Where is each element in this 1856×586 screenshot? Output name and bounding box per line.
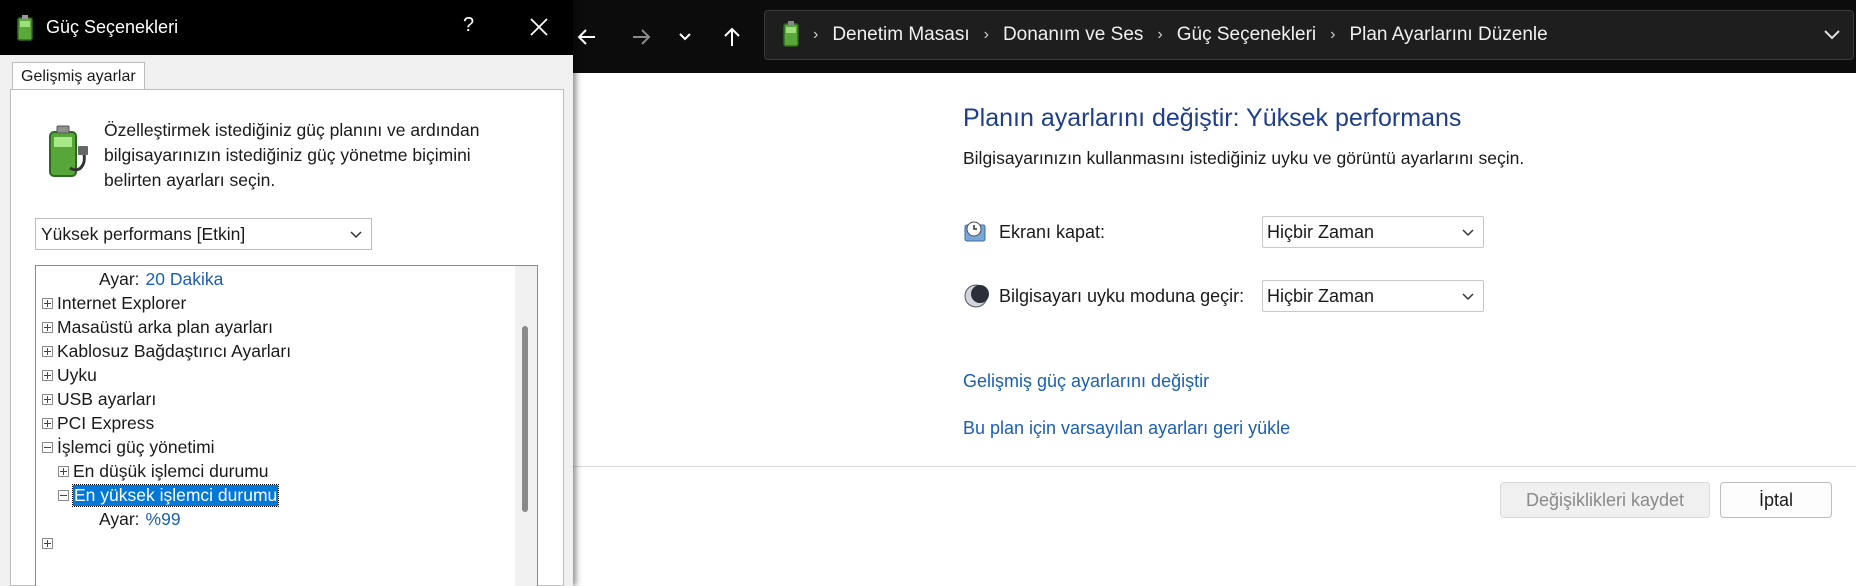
power-plan-select[interactable]: Yüksek performans [Etkin]: [35, 218, 372, 250]
tree-scrollbar[interactable]: [515, 266, 537, 586]
tree-item-label: Internet Explorer: [57, 292, 187, 313]
cancel-button[interactable]: İptal: [1720, 482, 1832, 518]
chevron-down-icon: [1462, 229, 1474, 237]
expand-icon[interactable]: [42, 417, 53, 429]
dialog-titlebar[interactable]: Güç Seçenekleri ?: [0, 0, 573, 55]
power-plan-value: Yüksek performans [Etkin]: [41, 223, 246, 244]
display-clock-icon: [964, 221, 986, 242]
chevron-down-icon: [1462, 293, 1474, 301]
tree-item-label: Uyku: [57, 364, 97, 385]
save-changes-button[interactable]: Değişiklikleri kaydet: [1500, 482, 1710, 518]
tree-item[interactable]: PCI Express: [42, 411, 154, 435]
tree-item-label: PCI Express: [57, 412, 155, 433]
tree-item[interactable]: En düşük işlemci durumu: [58, 459, 269, 483]
expand-icon[interactable]: [42, 345, 53, 357]
sleep-select[interactable]: Hiçbir Zaman: [1262, 280, 1484, 312]
breadcrumb-item[interactable]: › Güç Seçenekleri: [1143, 24, 1316, 46]
expand-icon[interactable]: [58, 465, 69, 477]
display-off-select[interactable]: Hiçbir Zaman: [1262, 216, 1484, 248]
setting-value[interactable]: %99: [146, 509, 181, 530]
sleep-label: Bilgisayarı uyku moduna geçir:: [999, 285, 1245, 306]
arrow-left-icon: [577, 29, 595, 45]
expand-icon[interactable]: [42, 297, 53, 309]
tree-item[interactable]: İşlemci güç yönetimi: [42, 435, 215, 459]
expand-icon[interactable]: [42, 393, 53, 405]
recent-locations-button[interactable]: [663, 16, 707, 58]
tree-item[interactable]: Kablosuz Bağdaştırıcı Ayarları: [42, 339, 291, 363]
setting-label: Ayar:: [99, 508, 140, 529]
setting-label: Ayar:: [99, 268, 140, 289]
battery-plug-icon: [49, 125, 88, 177]
breadcrumb-item[interactable]: › Donanım ve Ses: [970, 24, 1144, 46]
tree-item-label: Masaüstü arka plan ayarları: [57, 316, 273, 337]
arrow-up-icon: [724, 27, 740, 46]
address-bar[interactable]: › Denetim Masası › Donanım ve Ses › Güç Seç…: [764, 10, 1854, 60]
help-button[interactable]: ?: [463, 14, 474, 37]
tree-item[interactable]: USB ayarları: [42, 387, 156, 411]
chevron-down-icon[interactable]: [1821, 23, 1843, 45]
tree-item-label: En düşük işlemci durumu: [73, 460, 269, 481]
page-subtitle: Bilgisayarınızın kullanmasını istediğini…: [963, 148, 1525, 168]
sleep-value: Hiçbir Zaman: [1267, 285, 1375, 306]
breadcrumb-item[interactable]: › Plan Ayarlarını Düzenle: [1316, 24, 1548, 46]
tree-item[interactable]: [42, 531, 57, 555]
tree-item-label: İşlemci güç yönetimi: [57, 436, 215, 457]
chevron-down-icon: [350, 231, 362, 239]
breadcrumb-item[interactable]: › Denetim Masası: [813, 24, 970, 46]
expand-icon[interactable]: [42, 537, 53, 549]
forward-button[interactable]: [619, 16, 663, 58]
expand-icon[interactable]: [42, 321, 53, 333]
sleep-row: Bilgisayarı uyku moduna geçir:: [963, 283, 1244, 309]
tree-item-label: Kablosuz Bağdaştırıcı Ayarları: [57, 340, 292, 361]
scrollbar-thumb[interactable]: [522, 326, 528, 512]
tree-item-label: USB ayarları: [57, 388, 157, 409]
tree-setting-row[interactable]: Ayar: 20 Dakika: [99, 267, 223, 291]
up-button[interactable]: [710, 16, 754, 58]
collapse-icon[interactable]: [58, 489, 69, 501]
tree-item-label: En yüksek işlemci durumu: [71, 483, 280, 507]
page-title: Planın ayarlarını değiştir: Yüksek perfo…: [963, 104, 1462, 132]
display-off-label: Ekranı kapat:: [999, 221, 1106, 242]
tree-item[interactable]: Internet Explorer: [42, 291, 186, 315]
settings-tree[interactable]: Ayar: 20 Dakika Internet Explorer Masaüs…: [35, 265, 538, 586]
arrow-right-icon: [633, 29, 651, 45]
tree-item-selected[interactable]: En yüksek işlemci durumu: [58, 483, 280, 507]
tree-item[interactable]: Uyku: [42, 363, 97, 387]
close-icon[interactable]: [528, 16, 550, 38]
tree-setting-row[interactable]: Ayar: %99: [99, 507, 181, 531]
dialog-description: Özelleştirmek istediğiniz güç planını ve…: [104, 120, 480, 190]
tab-advanced-settings[interactable]: Gelişmiş ayarlar: [12, 62, 145, 90]
power-options-dialog: Güç Seçenekleri ? Gelişmiş ayarlar Özell…: [0, 0, 573, 586]
advanced-settings-link[interactable]: Gelişmiş güç ayarlarını değiştir: [963, 371, 1209, 392]
chevron-down-icon: [679, 33, 691, 41]
setting-value[interactable]: 20 Dakika: [146, 269, 224, 290]
expand-icon[interactable]: [42, 369, 53, 381]
moon-icon: [964, 284, 989, 308]
power-options-icon: [783, 21, 799, 47]
collapse-icon[interactable]: [42, 441, 53, 453]
tree-item[interactable]: Masaüstü arka plan ayarları: [42, 315, 273, 339]
divider: [573, 466, 1856, 467]
battery-icon: [17, 14, 33, 41]
dialog-title: Güç Seçenekleri: [46, 17, 179, 37]
display-off-value: Hiçbir Zaman: [1267, 221, 1375, 242]
display-off-row: Ekranı kapat:: [963, 219, 1105, 245]
restore-defaults-link[interactable]: Bu plan için varsayılan ayarları geri yü…: [963, 418, 1290, 439]
